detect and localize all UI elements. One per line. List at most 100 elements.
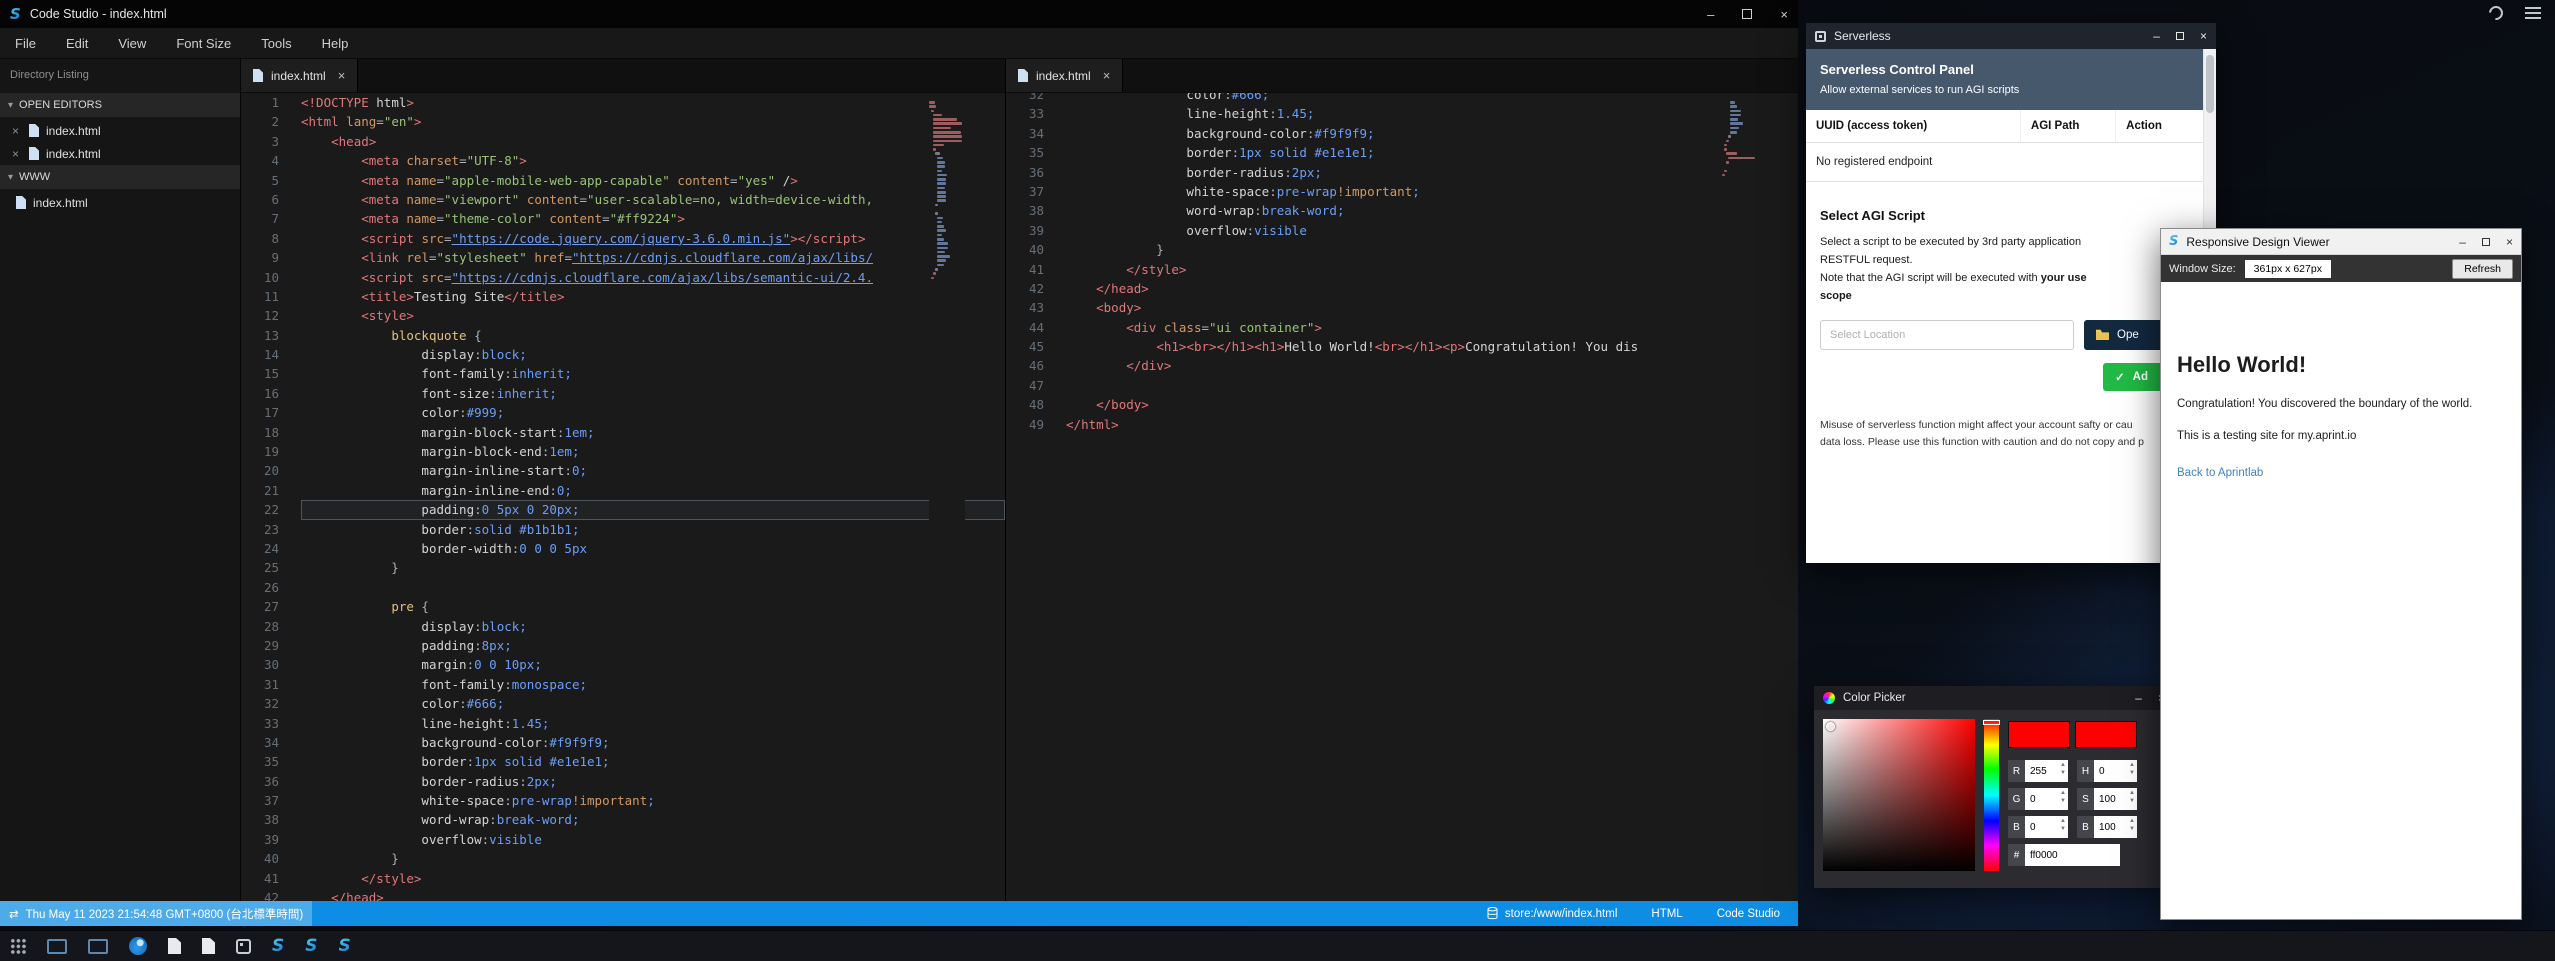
status-datetime[interactable]: ⇄ Thu May 11 2023 21:54:48 GMT+0800 (台北標… bbox=[0, 901, 312, 926]
app-launcher-icon[interactable] bbox=[10, 938, 26, 954]
code-line[interactable]: </html> bbox=[1066, 415, 1798, 434]
serverless-app-icon[interactable] bbox=[236, 939, 251, 954]
code-line[interactable]: margin-inline-end:0; bbox=[301, 481, 1005, 500]
code-line[interactable]: line-height:1.45; bbox=[1066, 104, 1798, 123]
tab-close-icon[interactable]: × bbox=[1103, 68, 1111, 83]
menu-file[interactable]: File bbox=[0, 28, 51, 59]
tab-index-html[interactable]: index.html × bbox=[241, 59, 358, 92]
code-line[interactable]: white-space:pre-wrap!important; bbox=[1066, 182, 1798, 201]
code-line[interactable]: word-wrap:break-word; bbox=[301, 810, 1005, 829]
minimap[interactable] bbox=[1722, 97, 1758, 901]
file-icon[interactable] bbox=[168, 938, 181, 954]
menu-view[interactable]: View bbox=[103, 28, 161, 59]
agi-script-location-input[interactable] bbox=[1820, 320, 2074, 350]
stepper-icon[interactable]: ▲▼ bbox=[2129, 817, 2135, 834]
code-line[interactable]: } bbox=[301, 849, 1005, 868]
code-line[interactable]: background-color:#f9f9f9; bbox=[1066, 124, 1798, 143]
code-line[interactable]: <meta name="theme-color" content="#ff922… bbox=[301, 209, 1005, 228]
code-line[interactable]: <script src="https://cdnjs.cloudflare.co… bbox=[301, 268, 1005, 287]
hue-value-input[interactable]: 0 ▲▼ bbox=[2094, 760, 2137, 782]
title-bar[interactable]: S Responsive Design Viewer – × bbox=[2161, 229, 2521, 255]
code-line[interactable]: </head> bbox=[1066, 279, 1798, 298]
code-line[interactable]: color:#666; bbox=[301, 694, 1005, 713]
close-icon[interactable]: × bbox=[12, 124, 22, 138]
status-language[interactable]: HTML bbox=[1651, 908, 1682, 920]
code-area[interactable]: <!DOCTYPE html><html lang="en"> <head> <… bbox=[293, 93, 1005, 901]
menu-edit[interactable]: Edit bbox=[51, 28, 103, 59]
code-line[interactable]: font-family:monospace; bbox=[301, 675, 1005, 694]
code-line[interactable]: blockquote { bbox=[301, 326, 1005, 345]
code-line[interactable]: word-wrap:break-word; bbox=[1066, 201, 1798, 220]
maximize-button[interactable] bbox=[2176, 32, 2184, 40]
minimize-button[interactable]: – bbox=[2459, 236, 2466, 248]
code-line[interactable]: background-color:#f9f9f9; bbox=[301, 733, 1005, 752]
maximize-button[interactable] bbox=[1742, 9, 1752, 19]
tab-close-icon[interactable]: × bbox=[338, 68, 346, 83]
saturation-marker[interactable] bbox=[1826, 722, 1835, 731]
code-line[interactable]: font-family:inherit; bbox=[301, 364, 1005, 383]
code-line[interactable]: </body> bbox=[1066, 395, 1798, 414]
title-bar[interactable]: Serverless – × bbox=[1806, 23, 2216, 49]
code-line[interactable]: border:1px solid #e1e1e1; bbox=[1066, 143, 1798, 162]
code-line[interactable]: color:#666; bbox=[1066, 93, 1798, 104]
code-editor[interactable]: 1234567891011121314151617181920212223242… bbox=[241, 93, 1005, 901]
window-icon[interactable] bbox=[88, 939, 108, 954]
code-editor[interactable]: 323334353637383940414243444546474849 col… bbox=[1006, 93, 1798, 901]
code-line[interactable]: font-size:inherit; bbox=[301, 384, 1005, 403]
code-line[interactable]: display:block; bbox=[301, 617, 1005, 636]
code-line[interactable]: margin-block-start:1em; bbox=[301, 423, 1005, 442]
hue-slider[interactable] bbox=[1984, 719, 1999, 871]
browser-icon[interactable] bbox=[129, 937, 147, 955]
code-studio-icon[interactable]: S bbox=[272, 936, 284, 956]
menu-tools[interactable]: Tools bbox=[246, 28, 306, 59]
code-line[interactable]: } bbox=[1066, 240, 1798, 259]
code-line[interactable]: margin-inline-start:0; bbox=[301, 461, 1005, 480]
code-line[interactable]: pre { bbox=[301, 597, 1005, 616]
code-line[interactable]: border:1px solid #e1e1e1; bbox=[301, 752, 1005, 771]
title-bar[interactable]: Color Picker – × bbox=[1814, 686, 2174, 710]
code-line[interactable]: </head> bbox=[301, 888, 1005, 901]
code-line[interactable]: </style> bbox=[1066, 260, 1798, 279]
www-file-item[interactable]: index.html bbox=[0, 191, 240, 214]
stepper-icon[interactable]: ▲▼ bbox=[2060, 817, 2066, 834]
close-button[interactable]: × bbox=[2200, 30, 2207, 42]
file-icon[interactable] bbox=[202, 938, 215, 954]
close-icon[interactable]: × bbox=[12, 147, 22, 161]
close-button[interactable]: × bbox=[1780, 8, 1788, 21]
open-editor-item[interactable]: × index.html bbox=[0, 142, 240, 165]
code-line[interactable]: overflow:visible bbox=[301, 830, 1005, 849]
code-line[interactable]: <!DOCTYPE html> bbox=[301, 93, 1005, 112]
maximize-button[interactable] bbox=[2482, 238, 2490, 246]
tab-index-html[interactable]: index.html × bbox=[1006, 59, 1123, 92]
code-line[interactable]: <style> bbox=[301, 306, 1005, 325]
code-line[interactable] bbox=[1066, 376, 1798, 395]
minimize-button[interactable]: – bbox=[2135, 692, 2142, 704]
code-line[interactable] bbox=[301, 578, 1005, 597]
scrollbar-thumb[interactable] bbox=[2206, 55, 2214, 113]
green-value-input[interactable]: 0 ▲▼ bbox=[2025, 788, 2068, 810]
code-line[interactable]: margin:0 0 10px; bbox=[301, 655, 1005, 674]
stepper-icon[interactable]: ▲▼ bbox=[2060, 789, 2066, 806]
code-line[interactable]: border-radius:2px; bbox=[301, 772, 1005, 791]
saturation-picker[interactable] bbox=[1823, 719, 1975, 871]
code-area[interactable]: color:#666; line-height:1.45; background… bbox=[1058, 93, 1798, 901]
hex-value-input[interactable]: ff0000 bbox=[2025, 844, 2120, 866]
code-line[interactable]: display:block; bbox=[301, 345, 1005, 364]
open-editor-item[interactable]: × index.html bbox=[0, 119, 240, 142]
code-line[interactable]: </div> bbox=[1066, 356, 1798, 375]
code-line[interactable]: border-radius:2px; bbox=[1066, 163, 1798, 182]
saturation-value-input[interactable]: 100 ▲▼ bbox=[2094, 788, 2137, 810]
menu-help[interactable]: Help bbox=[307, 28, 364, 59]
code-line[interactable]: color:#999; bbox=[301, 403, 1005, 422]
code-line[interactable]: <head> bbox=[301, 132, 1005, 151]
window-icon[interactable] bbox=[47, 939, 67, 954]
window-size-value[interactable]: 361px x 627px bbox=[2245, 260, 2331, 278]
menu-font-size[interactable]: Font Size bbox=[161, 28, 246, 59]
code-line[interactable]: border:solid #b1b1b1; bbox=[301, 520, 1005, 539]
code-line[interactable]: padding:8px; bbox=[301, 636, 1005, 655]
code-line[interactable]: <h1><br></h1><h1>Hello World!<br></h1><p… bbox=[1066, 337, 1798, 356]
code-line[interactable]: overflow:visible bbox=[1066, 221, 1798, 240]
sidebar-section-open-editors[interactable]: ▾ OPEN EDITORS bbox=[0, 93, 240, 117]
close-button[interactable]: × bbox=[2506, 236, 2513, 248]
code-line[interactable]: <title>Testing Site</title> bbox=[301, 287, 1005, 306]
